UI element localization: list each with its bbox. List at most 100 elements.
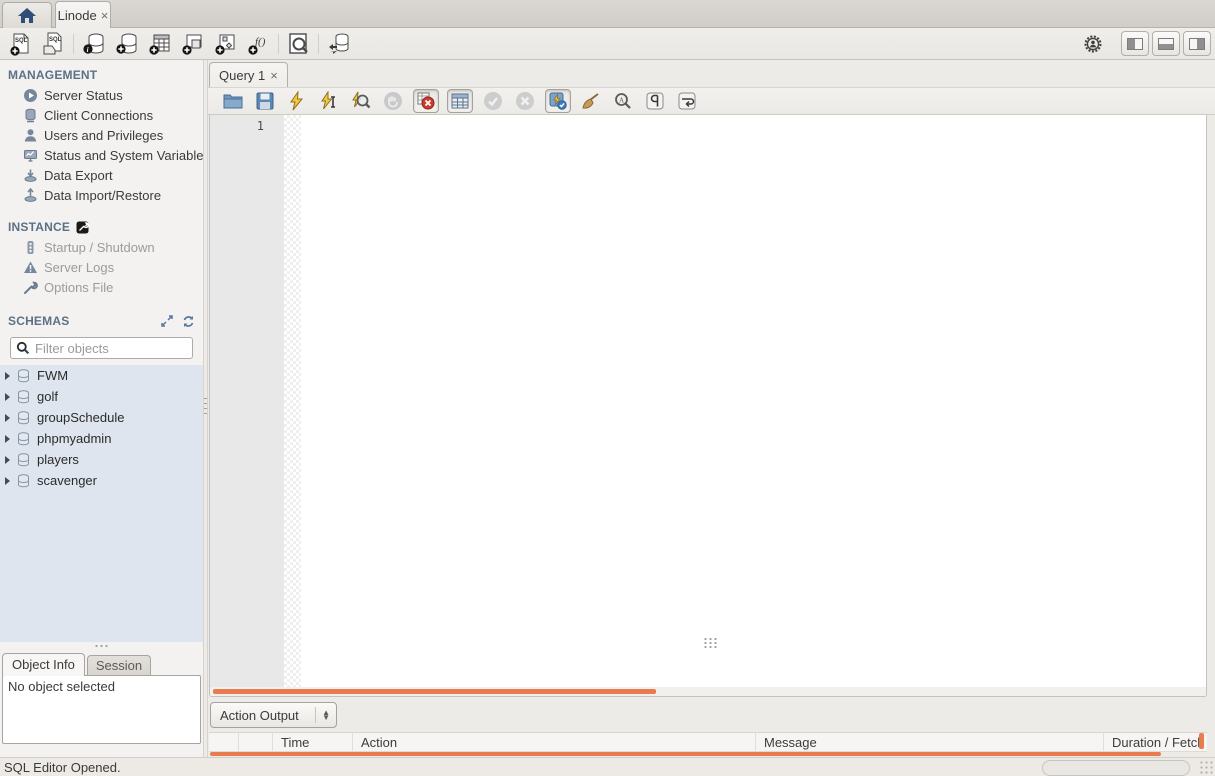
system-variables-icon [22,147,38,163]
tab-object-info[interactable]: Object Info [2,653,85,676]
sidebar-item-options-file[interactable]: Options File [0,277,203,297]
column-index[interactable] [239,733,273,751]
scrollbar-thumb[interactable] [213,689,656,694]
home-tab[interactable] [2,2,52,28]
column-label: Time [281,734,310,750]
connection-tab-label: Linode [57,7,97,23]
toggle-autocommit-button[interactable] [545,89,571,113]
open-sql-file-icon: SQL [43,32,61,54]
beautify-script-button[interactable] [580,90,602,112]
schema-row-golf[interactable]: golf [0,386,203,407]
output-horizontal-scrollbar[interactable] [210,752,1161,756]
expand-arrow-icon[interactable] [5,455,10,464]
find-button[interactable]: A [612,90,634,112]
explain-plan-button[interactable] [350,90,372,112]
schema-row-fwm[interactable]: FWM [0,365,203,386]
sidebar-item-startup-shutdown[interactable]: Startup / Shutdown [0,237,203,257]
column-action[interactable]: Action [353,733,756,751]
preferences-gear-button[interactable] [1079,30,1106,57]
schema-row-groupschedule[interactable]: groupSchedule [0,407,203,428]
sidebar-splitter-handle[interactable] [0,642,203,651]
expand-panel-icon[interactable] [161,315,173,327]
rollback-button[interactable] [514,90,536,112]
output-vertical-scrollbar[interactable] [1199,733,1204,749]
database-icon [17,431,30,446]
sidebar-bottom-tabs: Object Info Session [0,651,203,676]
window-resize-grip[interactable] [1199,760,1213,774]
client-connections-icon [22,107,38,123]
create-procedure-button[interactable] [212,30,239,57]
toggle-stop-on-error-button[interactable] [413,89,439,113]
tab-session[interactable]: Session [86,655,152,676]
limit-rows-button[interactable] [447,89,473,113]
close-icon[interactable]: × [101,8,109,23]
reconnect-database-button[interactable] [325,30,352,57]
execute-button[interactable] [286,90,308,112]
navigator-sidebar: MANAGEMENT Server Status Client Connecti… [0,60,203,757]
sidebar-item-status-system-variables[interactable]: Status and System Variables [0,145,203,165]
sidebar-item-label: Startup / Shutdown [44,239,155,255]
expand-arrow-icon[interactable] [5,371,10,380]
expand-arrow-icon[interactable] [5,434,10,443]
create-view-button[interactable] [179,30,206,57]
data-import-icon [22,187,38,203]
sidebar-item-server-status[interactable]: Server Status [0,85,203,105]
filter-objects-input[interactable] [35,340,203,356]
sidebar-item-server-logs[interactable]: Server Logs [0,257,203,277]
spinner-arrows-icon: ▲ ▼ [315,707,330,723]
expand-arrow-icon[interactable] [5,476,10,485]
wrap-text-button[interactable] [676,90,698,112]
schema-row-phpmyadmin[interactable]: phpmyadmin [0,428,203,449]
column-time[interactable]: Time [273,733,353,751]
wrench-icon [76,221,89,234]
column-message[interactable]: Message [756,733,1104,751]
tab-query-1[interactable]: Query 1 × [209,62,288,87]
new-query-tab-button[interactable]: SQL [7,30,34,57]
save-icon [256,92,274,110]
new-view-icon [181,34,201,55]
sidebar-item-label: Users and Privileges [44,127,164,143]
schema-row-scavenger[interactable]: scavenger [0,470,203,491]
search-table-data-icon [288,32,308,54]
stop-query-button[interactable] [382,90,404,112]
expand-arrow-icon[interactable] [5,392,10,401]
schema-inspector-button[interactable]: i [80,30,107,57]
output-splitter-handle[interactable] [703,637,719,649]
sidebar-item-label: Status and System Variables [44,147,203,163]
column-icon[interactable] [209,733,239,751]
create-schema-button[interactable] [113,30,140,57]
sidebar-item-data-export[interactable]: Data Export [0,165,203,185]
sidebar-item-data-import[interactable]: Data Import/Restore [0,185,203,205]
column-duration-fetch[interactable]: Duration / Fetch [1104,733,1207,751]
management-section-header: MANAGEMENT [0,60,203,85]
sidebar-item-users-privileges[interactable]: Users and Privileges [0,125,203,145]
output-type-select[interactable]: Action Output ▲ ▼ [210,702,337,728]
create-function-button[interactable]: f() [245,30,272,57]
toggle-left-sidebar-button[interactable] [1121,31,1149,56]
execute-current-statement-button[interactable] [318,90,340,112]
create-table-button[interactable] [146,30,173,57]
commit-button[interactable] [482,90,504,112]
toolbar-separator [73,33,74,54]
tab-object-info-label: Object Info [12,657,75,672]
sidebar-item-client-connections[interactable]: Client Connections [0,105,203,125]
schema-row-players[interactable]: players [0,449,203,470]
svg-text:i: i [86,46,88,54]
grip-dots-icon [93,644,110,649]
line-number-gutter: 1 [210,115,284,687]
search-data-button[interactable] [285,30,312,57]
connection-tab-linode[interactable]: Linode × [55,1,111,28]
open-sql-script-button[interactable]: SQL [40,30,67,57]
sql-editor[interactable]: 1 [209,115,1207,697]
schema-name: groupSchedule [37,410,125,425]
editor-horizontal-scrollbar[interactable] [210,687,1206,696]
invisible-characters-button[interactable] [644,90,666,112]
schema-filter[interactable] [10,337,203,359]
save-script-button[interactable] [254,90,276,112]
toggle-right-sidebar-button[interactable] [1183,31,1211,56]
expand-arrow-icon[interactable] [5,413,10,422]
refresh-icon[interactable] [182,315,195,328]
open-file-button[interactable] [222,90,244,112]
close-icon[interactable]: × [270,68,278,83]
toggle-bottom-panel-button[interactable] [1152,31,1180,56]
